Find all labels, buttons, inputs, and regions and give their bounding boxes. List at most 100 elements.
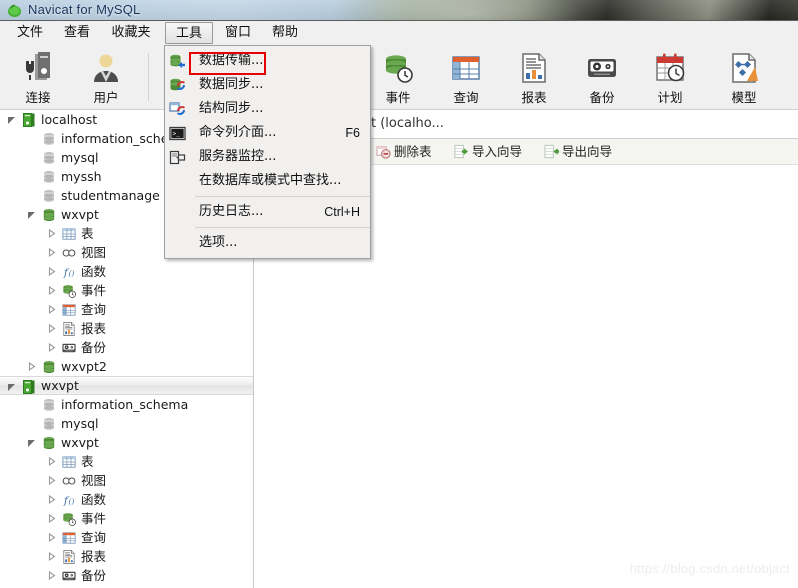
connection-icon [6, 51, 70, 85]
tree-row[interactable]: mysql [0, 414, 253, 433]
database-gray-icon [41, 131, 57, 147]
tree-row-selected[interactable]: wxvpt [0, 376, 253, 395]
menu-item-9[interactable]: 选项... [165, 231, 370, 255]
chevron-right-icon[interactable] [46, 224, 57, 243]
export-wizard-icon [544, 144, 559, 159]
database-gray-icon [41, 416, 57, 432]
toolbar-button-query[interactable]: 查询 [434, 48, 498, 106]
tree-row-label: 事件 [81, 511, 107, 526]
tree-row[interactable]: 查询 [0, 300, 253, 319]
chevron-down-icon[interactable] [26, 205, 37, 224]
toolbar-button-connection[interactable]: 连接 [6, 48, 70, 106]
chevron-right-icon[interactable] [46, 528, 57, 547]
view-icon [61, 473, 77, 489]
tree-row[interactable]: 报表 [0, 319, 253, 338]
tree-row[interactable]: information_schema [0, 395, 253, 414]
menu-window[interactable]: 窗口 [216, 22, 260, 44]
tree-row[interactable]: wxvpt2 [0, 357, 253, 376]
report-icon [61, 549, 77, 565]
chevron-right-icon[interactable] [46, 262, 57, 281]
menu-file[interactable]: 文件 [8, 22, 52, 44]
database-gray-icon [41, 150, 57, 166]
tree-row-label: 函数 [81, 492, 107, 507]
navicat-window: Navicat for MySQL 文件查看收藏夹工具窗口帮助 连接用户表视图f… [0, 0, 798, 588]
toolbar-button-schedule[interactable]: 计划 [638, 48, 702, 106]
query-icon [434, 51, 498, 85]
menu-item-label: 命令列介面... [199, 125, 277, 140]
tree-row-label: 查询 [81, 302, 107, 317]
menu-item-label: 在数据库或模式中查找... [199, 173, 342, 188]
report-icon [61, 321, 77, 337]
toolbar-button-label: 用户 [93, 90, 119, 105]
tree-row[interactable]: 事件 [0, 509, 253, 528]
tree-row-label: wxvpt2 [61, 359, 107, 374]
chevron-right-icon[interactable] [46, 547, 57, 566]
console-icon: >_ [169, 125, 186, 142]
menu-item-4[interactable]: 服务器监控... [165, 145, 370, 169]
toolbar-button-label: 模型 [731, 90, 757, 105]
chevron-right-icon[interactable] [46, 281, 57, 300]
chevron-right-icon[interactable] [46, 471, 57, 490]
event-icon [61, 283, 77, 299]
toolbar-button-backup[interactable]: 备份 [570, 48, 634, 106]
svg-text:>_: >_ [173, 131, 181, 138]
tree-row[interactable]: wxvpt [0, 433, 253, 452]
menu-help[interactable]: 帮助 [263, 22, 307, 44]
chevron-right-icon[interactable] [46, 452, 57, 471]
tree-row-label: mysql [61, 416, 99, 431]
model-icon [712, 51, 776, 85]
tree-row[interactable]: 视图 [0, 471, 253, 490]
menu-item-2[interactable]: 结构同步... [165, 97, 370, 121]
event-icon [61, 511, 77, 527]
menu-item-label: 数据同步... [199, 77, 264, 92]
chevron-right-icon[interactable] [46, 490, 57, 509]
database-gray-icon [41, 397, 57, 413]
tree-row-label: 备份 [81, 568, 107, 583]
tree-row[interactable]: 报表 [0, 547, 253, 566]
object-toolbar-button-label: 导出向导 [562, 144, 613, 159]
database-green-icon [41, 435, 57, 451]
tree-row[interactable]: 事件 [0, 281, 253, 300]
menu-item-5[interactable]: 在数据库或模式中查找... [165, 169, 370, 193]
menu-separator [195, 227, 370, 228]
menu-item-3[interactable]: >_ 命令列介面... F6 [165, 121, 370, 145]
chevron-down-icon[interactable] [6, 110, 17, 129]
structure-sync-icon [169, 101, 186, 118]
chevron-right-icon[interactable] [46, 319, 57, 338]
chevron-right-icon[interactable] [46, 338, 57, 357]
tree-row-label: 视图 [81, 473, 107, 488]
tree-row[interactable]: f() 函数 [0, 490, 253, 509]
event-icon [366, 51, 430, 85]
chevron-right-icon[interactable] [46, 300, 57, 319]
chevron-right-icon[interactable] [46, 509, 57, 528]
menu-tools[interactable]: 工具 [165, 22, 213, 44]
chevron-right-icon[interactable] [46, 243, 57, 262]
chevron-down-icon[interactable] [6, 377, 17, 396]
menu-view[interactable]: 查看 [55, 22, 99, 44]
chevron-right-icon[interactable] [46, 566, 57, 585]
menu-favorites[interactable]: 收藏夹 [102, 22, 160, 44]
toolbar-button-user[interactable]: 用户 [74, 48, 138, 106]
menu-item-shortcut: F6 [345, 126, 360, 140]
toolbar-button-report[interactable]: 报表 [502, 48, 566, 106]
backup-icon [61, 568, 77, 584]
chevron-down-icon[interactable] [26, 433, 37, 452]
tree-row[interactable]: 备份 [0, 338, 253, 357]
delete-table-icon [376, 144, 391, 159]
chevron-right-icon[interactable] [26, 357, 37, 376]
tree-row[interactable]: f() 函数 [0, 262, 253, 281]
toolbar-button-event[interactable]: 事件 [366, 48, 430, 106]
database-gray-icon [41, 169, 57, 185]
menu-item-7[interactable]: 历史日志... Ctrl+H [165, 200, 370, 224]
tools-dropdown-menu[interactable]: 数据传输... 数据同步... 结构同步... >_ 命令列介面... F6 服务器监控..… [164, 45, 371, 259]
toolbar-button-label: 查询 [453, 90, 479, 105]
tree-row[interactable]: 查询 [0, 528, 253, 547]
tree-row-label: mysql [61, 150, 99, 165]
object-toolbar-button-label: 删除表 [394, 144, 432, 159]
toolbar-button-model[interactable]: 模型 [712, 48, 776, 106]
menu-item-0[interactable]: 数据传输... [165, 49, 370, 75]
tree-row[interactable]: 表 [0, 452, 253, 471]
query-icon [61, 302, 77, 318]
tree-row[interactable]: 备份 [0, 566, 253, 585]
menu-item-1[interactable]: 数据同步... [165, 73, 370, 97]
